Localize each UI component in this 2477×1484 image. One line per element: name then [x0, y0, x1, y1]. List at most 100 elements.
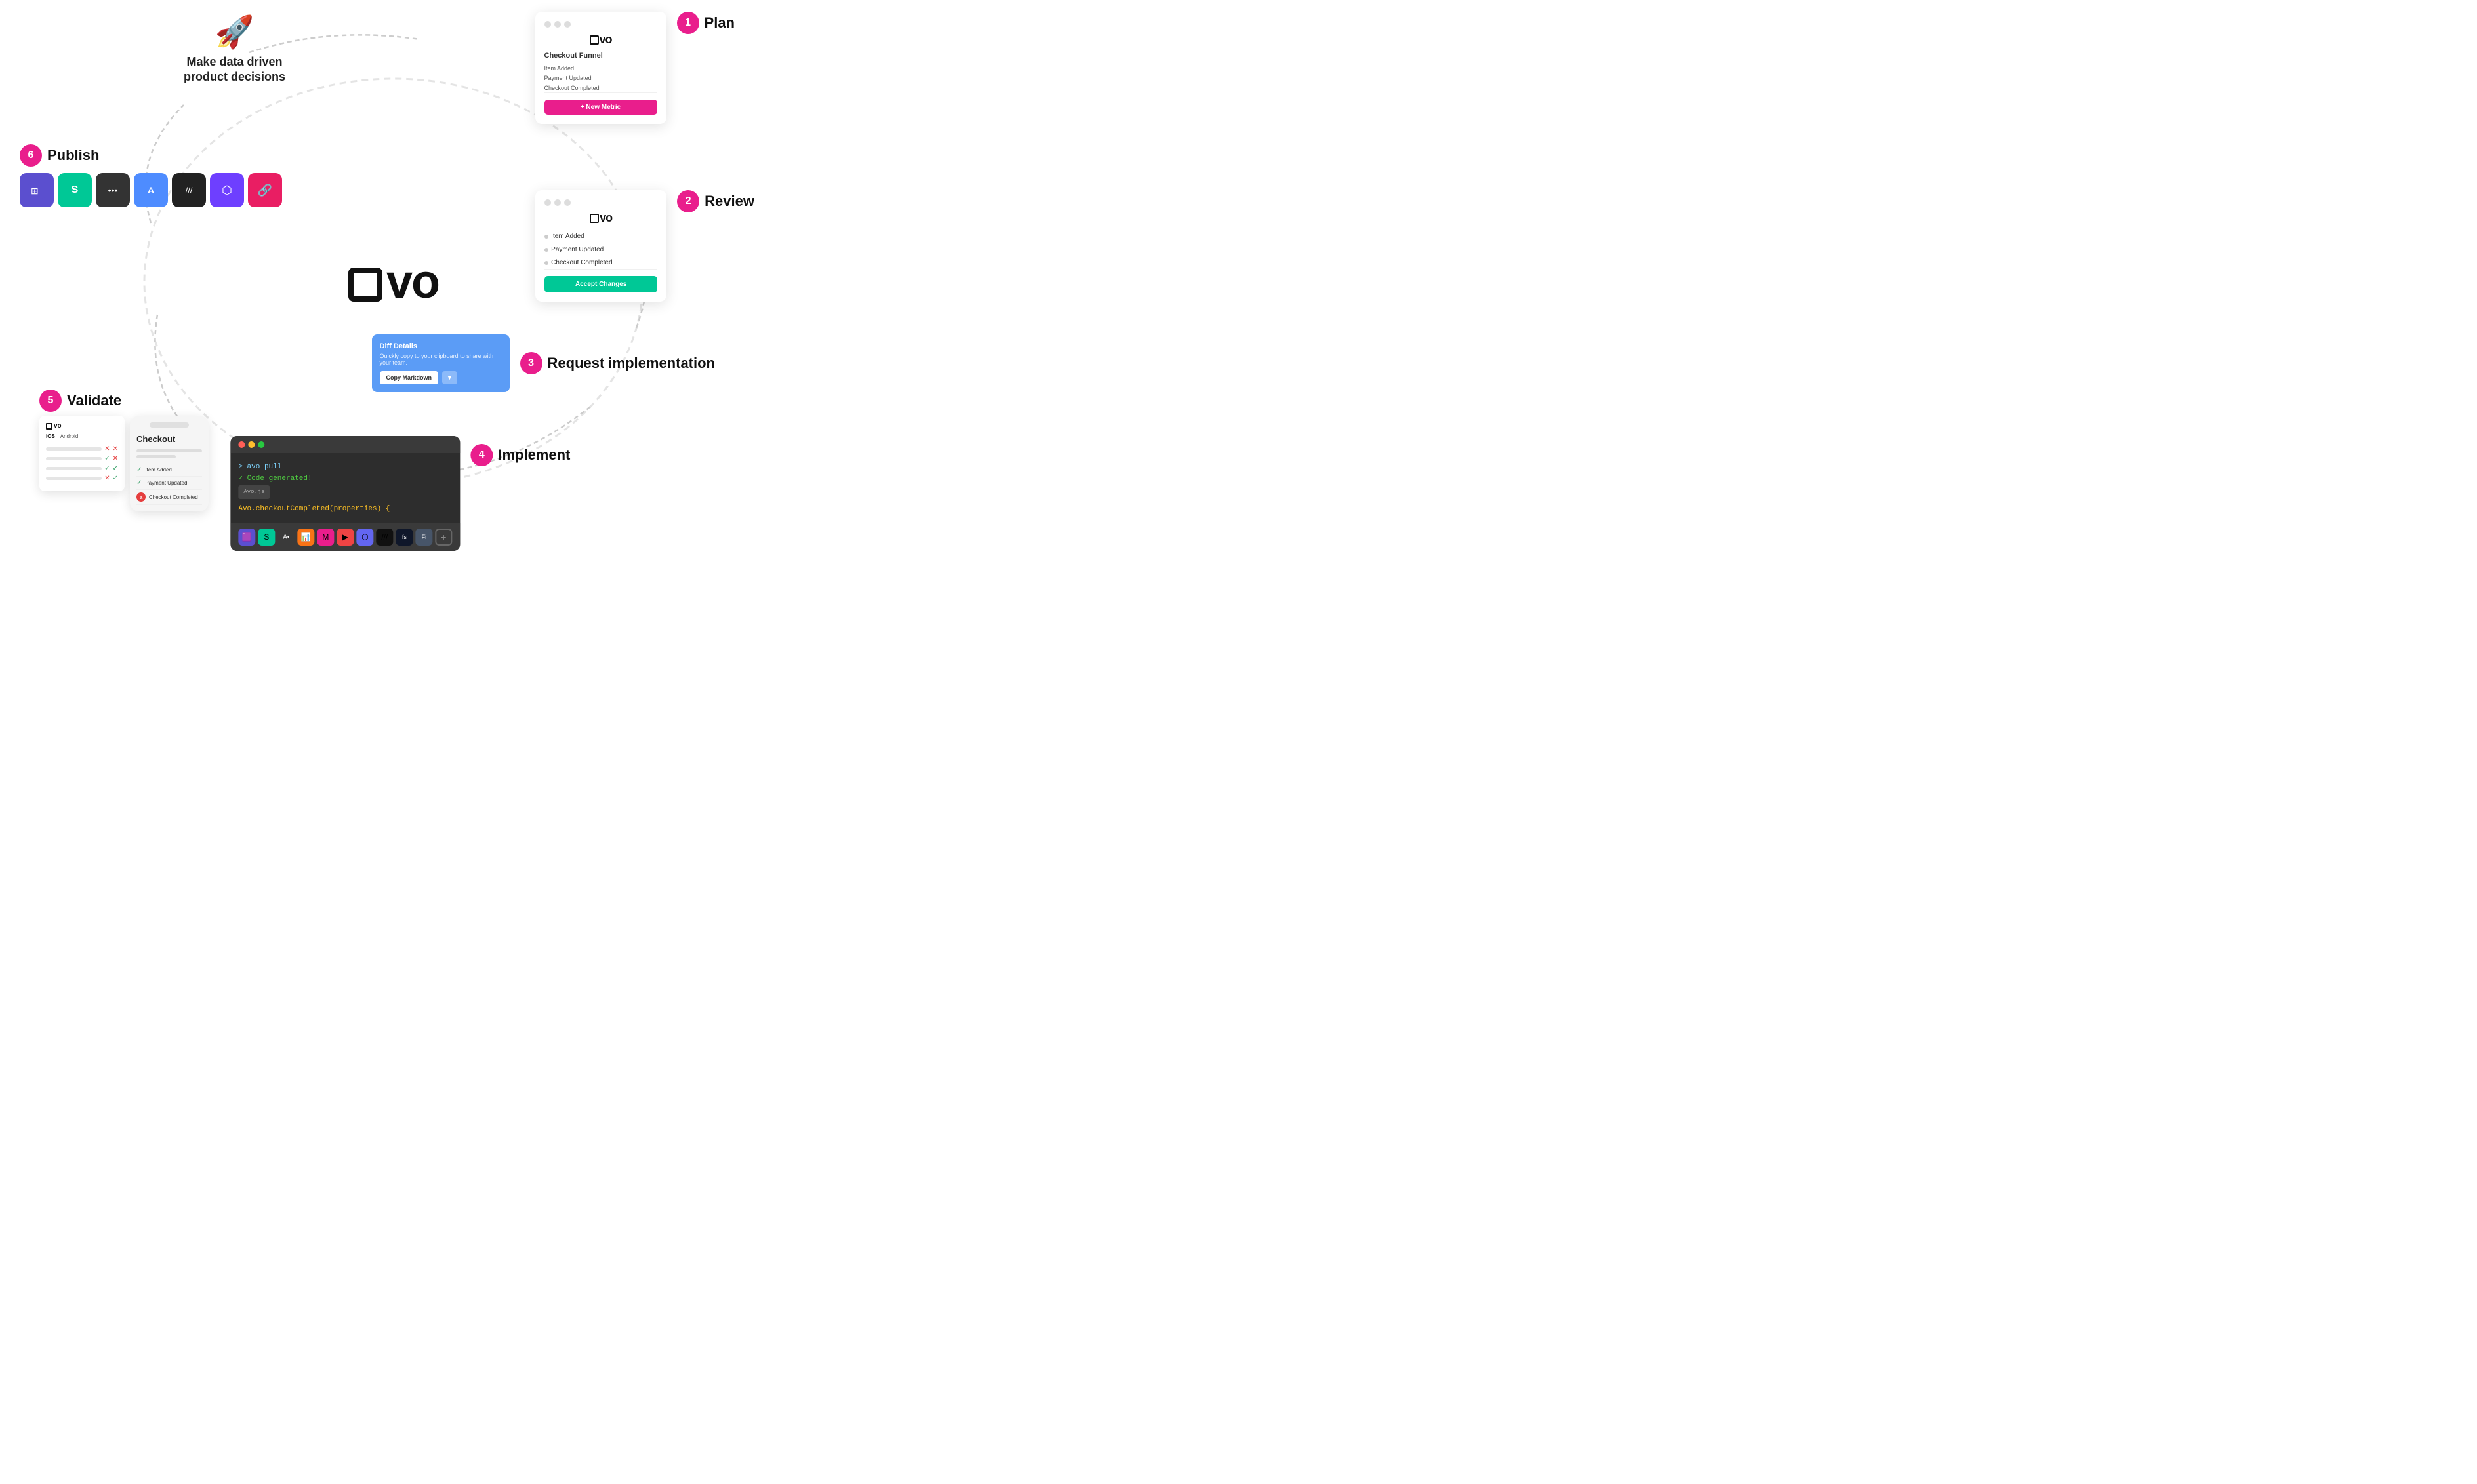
int-icon-heap: ///	[376, 529, 393, 546]
review-card-brand: vo	[544, 211, 657, 225]
diff-card-title: Diff Details	[380, 342, 502, 350]
step5-header-wrapper: 5 Validate vo iOS Android ✕	[39, 390, 209, 511]
pub-icon-dots: •••	[96, 173, 130, 207]
step4-label: Implement	[498, 447, 570, 464]
validate-table-brand: vo	[46, 422, 118, 430]
dot	[544, 199, 551, 206]
diff-card: Diff Details Quickly copy to your clipbo…	[372, 334, 510, 392]
error-icon: a	[136, 492, 146, 502]
pub-icon-segment: ⊞	[20, 173, 54, 207]
copy-markdown-button[interactable]: Copy Markdown	[380, 371, 439, 384]
step1-badge: 1	[677, 12, 699, 34]
row-line	[46, 447, 102, 451]
int-icon-amplitude: 📊	[297, 529, 314, 546]
row-line	[46, 457, 102, 460]
step6-area: 6 Publish ⊞ S ••• A /// ⬡ 🔗	[20, 144, 282, 207]
check-icon: ✓	[136, 466, 142, 473]
code-function: Avo.checkoutCompleted(properties) {	[238, 503, 452, 515]
check-icon: ✓	[136, 479, 142, 487]
phone-lines	[136, 449, 202, 458]
validate-row-3: ✓ ✓	[46, 465, 118, 472]
int-icon-avo: A•	[277, 529, 295, 546]
step1-header: 1 Plan	[677, 12, 735, 34]
diff-card-subtitle: Quickly copy to your clipboard to share …	[380, 353, 502, 366]
int-icon-segment: 🟪	[238, 529, 255, 546]
step5-header: 5 Validate	[39, 390, 209, 412]
step2-label: Review	[705, 193, 754, 210]
logo-square	[348, 268, 382, 302]
int-icon-stripe: S	[258, 529, 275, 546]
dot	[554, 199, 561, 206]
plan-event-3: Checkout Completed	[544, 83, 657, 93]
step5-area: 5 Validate vo iOS Android ✕	[39, 390, 209, 511]
step2-area: vo Item Added Payment Updated Checkout C…	[535, 190, 754, 302]
step3-label: Request implementation	[548, 355, 715, 372]
status-x: ✕	[104, 475, 110, 482]
plan-card: vo Checkout Funnel Item Added Payment Up…	[535, 12, 666, 124]
dot-red	[238, 441, 245, 448]
vt-brand-sq	[46, 423, 52, 430]
dot	[564, 21, 571, 28]
pub-icon-ruby: 🔗	[248, 173, 282, 207]
phone-event-1: ✓ Item Added	[136, 464, 202, 477]
review-event-2: Payment Updated	[544, 243, 657, 256]
step5-badge: 5	[39, 390, 62, 412]
code-card: > avo pull ✓ Code generated! Avo.js Avo.…	[230, 436, 460, 551]
code-body: > avo pull ✓ Code generated! Avo.js Avo.…	[230, 453, 460, 523]
integrations-row: 🟪 S A• 📊 M ▶ ⬡ /// fs Fi +	[230, 523, 460, 551]
phone-event-3: a Checkout Completed	[136, 490, 202, 505]
card-dots-2	[544, 199, 657, 206]
tab-android[interactable]: Android	[60, 433, 79, 441]
review-event-1: Item Added	[544, 230, 657, 243]
phone-line	[136, 449, 202, 452]
brand-square	[590, 214, 599, 223]
plan-card-brand: vo	[544, 33, 657, 47]
phone-mockup: Checkout ✓ Item Added ✓ Payment Updated	[130, 416, 209, 511]
dot	[544, 21, 551, 28]
int-icon-plus[interactable]: +	[435, 529, 452, 546]
phone-line-short	[136, 455, 176, 458]
status-check: ✓	[113, 465, 118, 472]
step6-label: Publish	[47, 147, 99, 164]
row-line	[46, 477, 102, 480]
code-command: > avo pull	[238, 461, 452, 473]
validate-row-4: ✕ ✓	[46, 475, 118, 482]
plan-event-2: Payment Updated	[544, 73, 657, 83]
main-container: 🚀 Make data driven product decisions vo …	[0, 0, 787, 564]
tagline-text: Make data driven product decisions	[184, 54, 285, 85]
review-card: vo Item Added Payment Updated Checkout C…	[535, 190, 666, 302]
step1-area: vo Checkout Funnel Item Added Payment Up…	[535, 12, 735, 124]
step4-header: 4 Implement	[470, 444, 570, 466]
center-logo: vo	[348, 255, 439, 309]
copy-dropdown-button[interactable]: ▼	[442, 371, 457, 384]
status-x: ✕	[113, 455, 118, 462]
rocket-emoji: 🚀	[184, 13, 285, 50]
dot	[564, 199, 571, 206]
card-dots-1	[544, 21, 657, 28]
step5-label: Validate	[67, 392, 121, 409]
avo-logo-text: vo	[348, 255, 439, 309]
validate-row-1: ✕ ✕	[46, 445, 118, 452]
step2-header: 2 Review	[677, 190, 754, 212]
step3-badge: 3	[520, 352, 542, 374]
row-line	[46, 467, 102, 470]
step4-badge: 4	[470, 444, 493, 466]
validate-table-card: vo iOS Android ✕ ✕ ✓	[39, 416, 125, 491]
status-x: ✕	[113, 445, 118, 452]
brand-square	[590, 35, 599, 45]
accept-changes-button[interactable]: Accept Changes	[544, 276, 657, 292]
step6-header: 6 Publish	[20, 144, 282, 167]
status-check: ✓	[104, 455, 110, 462]
step6-badge: 6	[20, 144, 42, 167]
new-metric-button[interactable]: + New Metric	[544, 100, 657, 115]
status-check: ✓	[113, 475, 118, 482]
dot-green	[258, 441, 264, 448]
status-x: ✕	[104, 445, 110, 452]
int-icon-rudder: ▶	[337, 529, 354, 546]
plan-event-1: Item Added	[544, 64, 657, 73]
tab-ios[interactable]: iOS	[46, 433, 55, 441]
pub-icon-stripe: S	[58, 173, 92, 207]
phone-top-bar	[150, 422, 189, 428]
code-file-tab: Avo.js	[238, 485, 270, 499]
checkout-funnel-title: Checkout Funnel	[544, 52, 657, 60]
